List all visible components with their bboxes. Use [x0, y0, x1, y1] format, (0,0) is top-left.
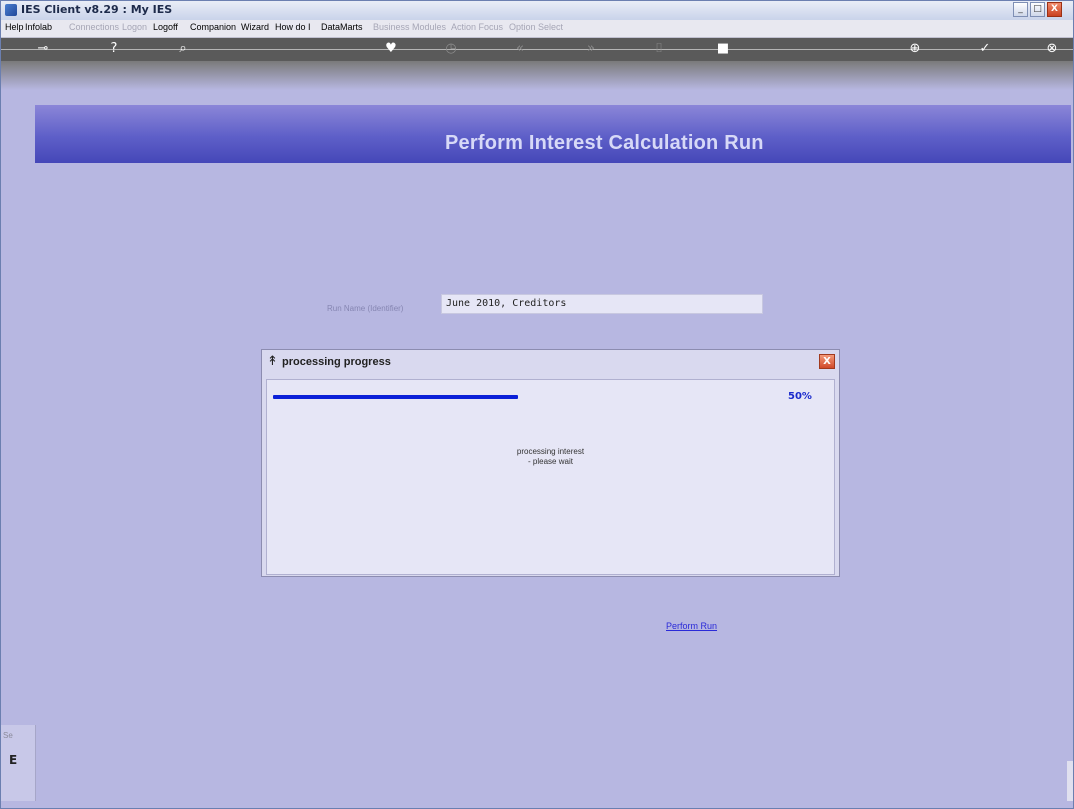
key-icon[interactable]: ⊸	[35, 41, 51, 57]
menu-item-logon[interactable]: Logon	[122, 22, 147, 32]
bracket-icon[interactable]: ⌷	[651, 41, 667, 57]
maximize-button[interactable]: □	[1030, 2, 1045, 17]
page-title: Perform Interest Calculation Run	[445, 132, 764, 154]
rewind-icon[interactable]: «	[512, 41, 528, 57]
menu-item-companion[interactable]: Companion	[190, 22, 236, 32]
menu-item-option-select[interactable]: Option Select	[509, 22, 563, 32]
progress-percent: 50%	[788, 391, 812, 402]
dialog-body: 50% processing interest - please wait	[266, 379, 835, 575]
dialog-title-bar[interactable]: ↟ processing progress X	[262, 350, 839, 375]
menu-item-wizard[interactable]: Wizard	[241, 22, 269, 32]
check-icon[interactable]: ✓	[977, 41, 993, 57]
stop-icon[interactable]: ■	[715, 41, 731, 57]
menu-item-help[interactable]: Help	[5, 22, 24, 32]
progress-fill	[273, 395, 518, 399]
search-icon[interactable]: ⌕	[175, 41, 191, 57]
side-panel-glyph: E	[9, 753, 18, 767]
dialog-title: processing progress	[282, 356, 391, 368]
toolbar-gradient	[1, 61, 1073, 90]
fast-forward-icon[interactable]: »	[583, 41, 599, 57]
page-banner: Perform Interest Calculation Run	[35, 105, 1071, 163]
window-title: IES Client v8.29 : My IES	[21, 3, 173, 16]
side-panel-stub: Se E	[1, 725, 36, 801]
status-message-line1: processing interest	[516, 447, 585, 456]
heart-icon[interactable]: ♥	[383, 41, 399, 57]
app-icon	[5, 4, 17, 16]
run-name-label: Run Name (Identifier)	[327, 304, 404, 313]
menu-item-datamarts[interactable]: DataMarts	[321, 22, 363, 32]
menu-bar: Help Infolab Connections Logon Logoff Co…	[1, 20, 1073, 38]
menu-item-action-focus[interactable]: Action Focus	[451, 22, 503, 32]
menu-item-logoff[interactable]: Logoff	[153, 22, 178, 32]
help-icon[interactable]: ?	[106, 41, 122, 57]
close-window-button[interactable]: X	[1047, 2, 1062, 17]
clock-icon[interactable]: ◷	[443, 41, 459, 57]
progress-bar	[273, 395, 763, 399]
dialog-close-button[interactable]: X	[819, 354, 835, 369]
processing-icon: ↟	[267, 354, 278, 369]
progress-dialog: ↟ processing progress X 50% processing i…	[261, 349, 840, 577]
scrollbar[interactable]	[1067, 761, 1073, 801]
title-bar[interactable]: IES Client v8.29 : My IES _ □ X	[1, 1, 1073, 21]
menu-item-how-do-i[interactable]: How do I	[275, 22, 311, 32]
menu-item-business-modules[interactable]: Business Modules	[373, 22, 446, 32]
run-name-input[interactable]: June 2010, Creditors	[441, 294, 763, 314]
toolbar: ⊸ ? ⌕ ♥ ◷ « » ⌷ ■ ⊕ ✓ ⊗	[1, 38, 1073, 90]
menu-item-connections[interactable]: Connections	[69, 22, 119, 32]
menu-item-infolab[interactable]: Infolab	[25, 22, 52, 32]
app-window: IES Client v8.29 : My IES _ □ X Help Inf…	[0, 0, 1074, 809]
side-panel-label: Se	[3, 731, 13, 740]
status-message-line2: - please wait	[528, 457, 573, 466]
perform-run-link[interactable]: Perform Run	[666, 621, 717, 631]
plus-icon[interactable]: ⊕	[907, 41, 923, 57]
close-circle-icon[interactable]: ⊗	[1044, 41, 1060, 57]
minimize-button[interactable]: _	[1013, 2, 1028, 17]
